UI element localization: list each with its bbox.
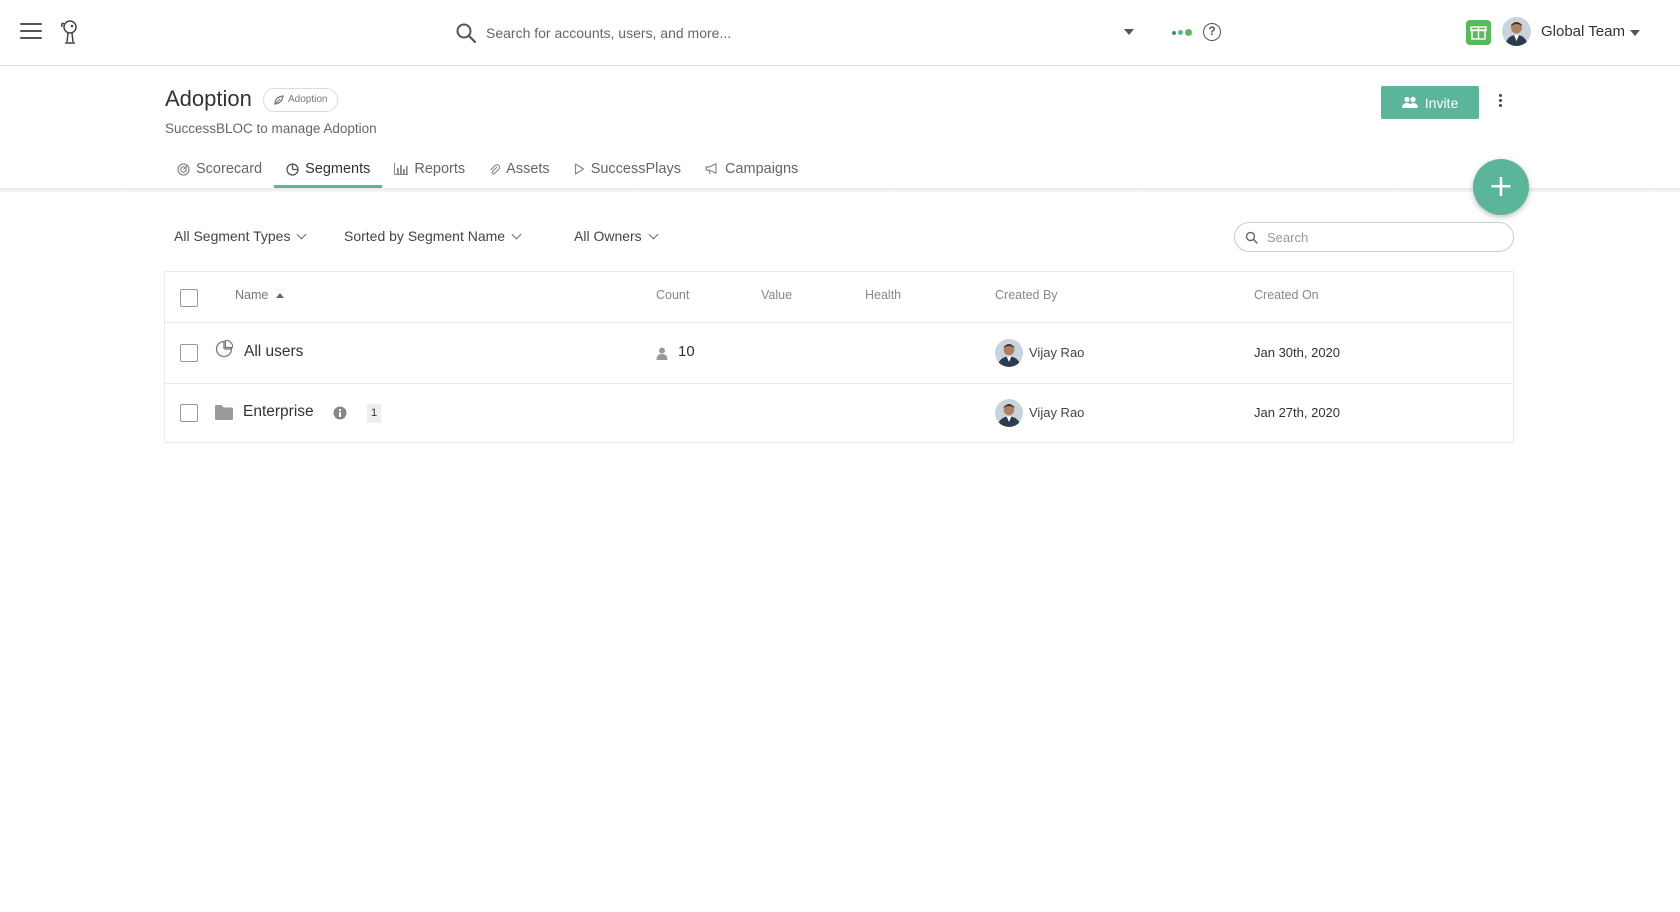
tab-campaigns-label: Campaigns [724,161,799,177]
tab-segments[interactable]: Segments [274,150,383,188]
column-header-health: Health [865,288,902,302]
tab-scorecard-label: Scorecard [196,161,263,177]
avatar [995,339,1023,367]
avatar [995,399,1023,427]
pie-chart-icon [215,340,233,358]
title-badge: Adoption [263,88,339,112]
avatar[interactable] [1502,17,1531,46]
search-scope-dropdown[interactable] [1124,29,1134,35]
search-icon [1245,231,1258,244]
segment-count: 10 [678,343,695,360]
sort-ascending-icon [275,293,284,298]
users-icon [1401,96,1418,108]
chevron-down-icon [648,229,659,239]
column-header-name[interactable]: Name [235,288,284,302]
tab-reports[interactable]: Reports [382,150,477,188]
tab-campaigns[interactable]: Campaigns [693,150,810,188]
created-on: Jan 27th, 2020 [1254,405,1341,420]
add-button[interactable]: + [1473,159,1529,215]
info-icon[interactable] [333,406,347,420]
tab-successplays[interactable]: SuccessPlays [562,150,693,188]
page-title: Adoption [165,86,252,111]
sort-filter[interactable]: Sorted by Segment Name [344,228,522,244]
created-by: Vijay Rao [1029,405,1085,420]
row-checkbox[interactable] [180,344,198,362]
table-row[interactable]: Enterprise 1 Vijay Rao Jan 27th, 2020 [165,383,1513,443]
segment-type-filter-label: All Segment Types [174,228,291,244]
play-icon [574,163,584,175]
column-header-count: Count [656,288,690,302]
segment-search-input[interactable] [1267,227,1502,247]
megaphone-icon [705,163,717,175]
tab-scorecard[interactable]: Scorecard [165,150,274,188]
paperclip-icon [490,163,501,174]
item-count-badge: 1 [367,404,382,423]
page-subtitle: SuccessBLOC to manage Adoption [165,121,377,136]
sort-filter-label: Sorted by Segment Name [344,228,506,244]
table-header: Name Count Value Health Created By Creat… [165,272,1513,323]
top-bar: ? Global Team [0,0,1680,66]
user-icon [656,347,668,360]
segment-search [1234,222,1514,252]
leaf-icon [274,95,284,105]
tab-segments-label: Segments [305,161,371,177]
scorecard-icon [177,162,190,176]
bar-chart-icon [394,163,409,175]
team-dropdown-icon[interactable] [1630,30,1640,36]
title-badge-label: Adoption [288,94,328,105]
segment-name-link[interactable]: All users [244,343,303,361]
owner-filter[interactable]: All Owners [574,228,659,244]
tab-bar: Scorecard Segments Reports Assets Succes… [165,150,810,188]
invite-label: Invite [1424,94,1459,111]
segments-table: Name Count Value Health Created By Creat… [164,271,1514,443]
team-name[interactable]: Global Team [1541,23,1625,40]
column-header-created-by: Created By [995,288,1058,302]
global-search-input[interactable] [486,18,1126,48]
segment-name-link[interactable]: Enterprise [243,403,314,421]
help-icon[interactable]: ? [1203,23,1221,41]
folder-icon [215,405,233,420]
column-header-value: Value [761,288,793,302]
status-dots-icon[interactable] [1172,29,1192,36]
tab-assets-label: Assets [506,161,550,177]
tab-successplays-label: SuccessPlays [590,161,681,177]
owner-filter-label: All Owners [574,228,642,244]
chevron-down-icon [511,229,522,239]
column-header-created-on: Created On [1254,288,1319,302]
search-icon [456,23,477,44]
chevron-down-icon [297,229,307,239]
table-row[interactable]: All users 10 Vijay Rao Jan 30th, 2020 [165,323,1513,383]
more-options-icon[interactable] [1496,92,1504,112]
logo-icon[interactable] [58,18,82,48]
select-all-checkbox[interactable] [180,289,198,307]
segments-icon [286,162,299,176]
menu-icon[interactable] [20,23,42,41]
segment-type-filter[interactable]: All Segment Types [174,228,307,244]
created-by: Vijay Rao [1029,345,1085,360]
tab-assets[interactable]: Assets [477,150,562,188]
row-checkbox[interactable] [180,404,198,422]
gift-icon[interactable] [1466,20,1491,45]
tabs-divider [0,188,1680,192]
tab-reports-label: Reports [414,161,466,177]
column-header-name-label: Name [235,288,269,302]
created-on: Jan 30th, 2020 [1254,345,1341,360]
invite-button[interactable]: Invite [1381,86,1479,119]
